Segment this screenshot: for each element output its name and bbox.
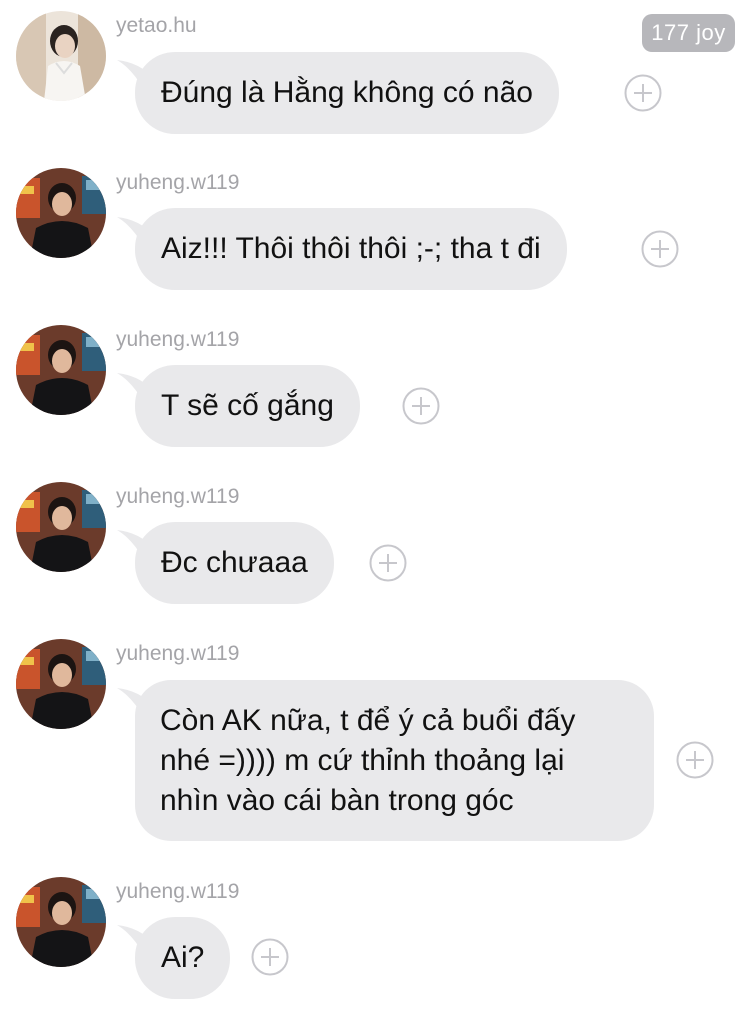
message-bubble[interactable]: Đc chưaaa — [135, 522, 334, 604]
avatar[interactable] — [16, 11, 106, 101]
plus-circle-icon — [402, 387, 440, 425]
plus-circle-icon — [624, 74, 662, 112]
add-reaction-button[interactable] — [641, 230, 679, 268]
message-bubble[interactable]: Đúng là Hằng không có não — [135, 52, 559, 134]
message-bubble[interactable]: Aiz!!! Thôi thôi thôi ;-; tha t đi — [135, 208, 567, 290]
avatar[interactable] — [16, 325, 106, 415]
add-reaction-button[interactable] — [251, 938, 289, 976]
avatar[interactable] — [16, 168, 106, 258]
plus-circle-icon — [641, 230, 679, 268]
username: yetao.hu — [116, 14, 197, 37]
username: yuheng.w119 — [116, 328, 240, 351]
add-reaction-button[interactable] — [624, 74, 662, 112]
plus-circle-icon — [369, 544, 407, 582]
avatar[interactable] — [16, 877, 106, 967]
add-reaction-button[interactable] — [402, 387, 440, 425]
add-reaction-button[interactable] — [676, 741, 714, 779]
message-bubble[interactable]: Ai? — [135, 917, 231, 999]
add-reaction-button[interactable] — [369, 544, 407, 582]
message-bubble[interactable]: T sẽ cố gắng — [135, 365, 360, 447]
message-bubble[interactable]: Còn AK nữa, t để ý cả buổi đấy nhé =))))… — [135, 680, 654, 841]
username: yuheng.w119 — [116, 642, 240, 665]
avatar[interactable] — [16, 482, 106, 572]
plus-circle-icon — [676, 741, 714, 779]
avatar[interactable] — [16, 639, 106, 729]
reaction-count-badge[interactable]: 177 joy — [642, 14, 735, 52]
username: yuheng.w119 — [116, 171, 240, 194]
username: yuheng.w119 — [116, 485, 240, 508]
plus-circle-icon — [251, 938, 289, 976]
username: yuheng.w119 — [116, 880, 240, 903]
